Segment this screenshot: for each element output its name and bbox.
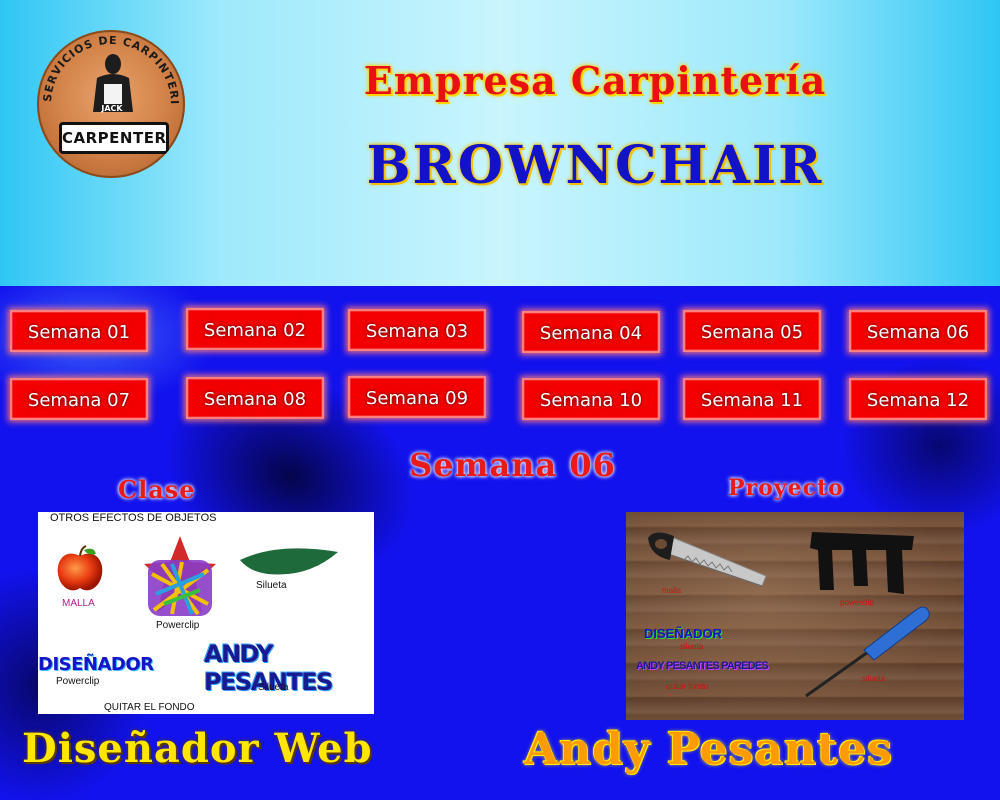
footer-author-text: Andy Pesantes xyxy=(524,724,894,775)
proj-disenador-text: DISEÑADOR xyxy=(644,626,723,641)
apple-icon xyxy=(57,545,103,591)
company-title: Empresa Carpintería xyxy=(363,58,827,103)
week-06-button[interactable]: Semana 06 xyxy=(849,310,987,352)
week-09-button[interactable]: Semana 09 xyxy=(348,376,486,418)
malla-label: MALLA xyxy=(62,598,95,609)
week-04-button[interactable]: Semana 04 xyxy=(522,311,660,353)
andy-pesantes-text: ANDY PESANTES xyxy=(204,640,333,696)
project-label: Proyecto xyxy=(728,475,844,501)
week-01-button[interactable]: Semana 01 xyxy=(10,310,148,352)
silueta2-label: Silueta xyxy=(258,682,289,693)
proj-silueta-label: silueta xyxy=(680,642,704,651)
powerclip-star-icon xyxy=(144,536,216,616)
class-label: Clase xyxy=(118,475,196,504)
proj-sub-label: quitar fondo xyxy=(666,682,709,691)
class-image[interactable]: OTROS EFECTOS DE OBJETOS MALLA Powerclip… xyxy=(38,512,374,714)
powerclip2-label: Powerclip xyxy=(56,676,100,687)
proj-malla-label: malla xyxy=(662,586,682,595)
header-banner: SERVICIOS DE CARPINTERIA JACK CARPENTER … xyxy=(0,0,1000,286)
week-10-button[interactable]: Semana 10 xyxy=(522,378,660,420)
project-image[interactable]: malla powerclip DISEÑADOR silueta ANDY P… xyxy=(626,512,964,720)
disenador-text: DISEÑADOR xyxy=(38,654,154,675)
quitar-fondo-label: QUITAR EL FONDO xyxy=(104,702,195,713)
week-05-button[interactable]: Semana 05 xyxy=(683,310,821,352)
silueta-label: Silueta xyxy=(256,580,287,591)
company-name: BROWNCHAIR xyxy=(366,135,824,196)
week-07-button[interactable]: Semana 07 xyxy=(10,378,148,420)
week-03-button[interactable]: Semana 03 xyxy=(348,309,486,351)
screwdriver-icon xyxy=(805,606,930,698)
week-08-button[interactable]: Semana 08 xyxy=(186,377,324,419)
class-heading: OTROS EFECTOS DE OBJETOS xyxy=(50,512,217,524)
proj-silueta2-label: silueta xyxy=(862,674,886,683)
table-silhouette-icon xyxy=(810,532,914,594)
leaf-silhouette-icon xyxy=(240,548,338,575)
powerclip-label: Powerclip xyxy=(156,620,200,631)
handsaw-icon xyxy=(648,532,767,586)
week-11-button[interactable]: Semana 11 xyxy=(683,378,821,420)
week-02-button[interactable]: Semana 02 xyxy=(186,308,324,350)
logo-apron-text: JACK xyxy=(101,104,123,113)
footer-designer-text: Diseñador Web xyxy=(22,725,373,772)
week-12-button[interactable]: Semana 12 xyxy=(849,378,987,420)
proj-name-text: ANDY PESANTES PAREDES xyxy=(636,660,769,672)
